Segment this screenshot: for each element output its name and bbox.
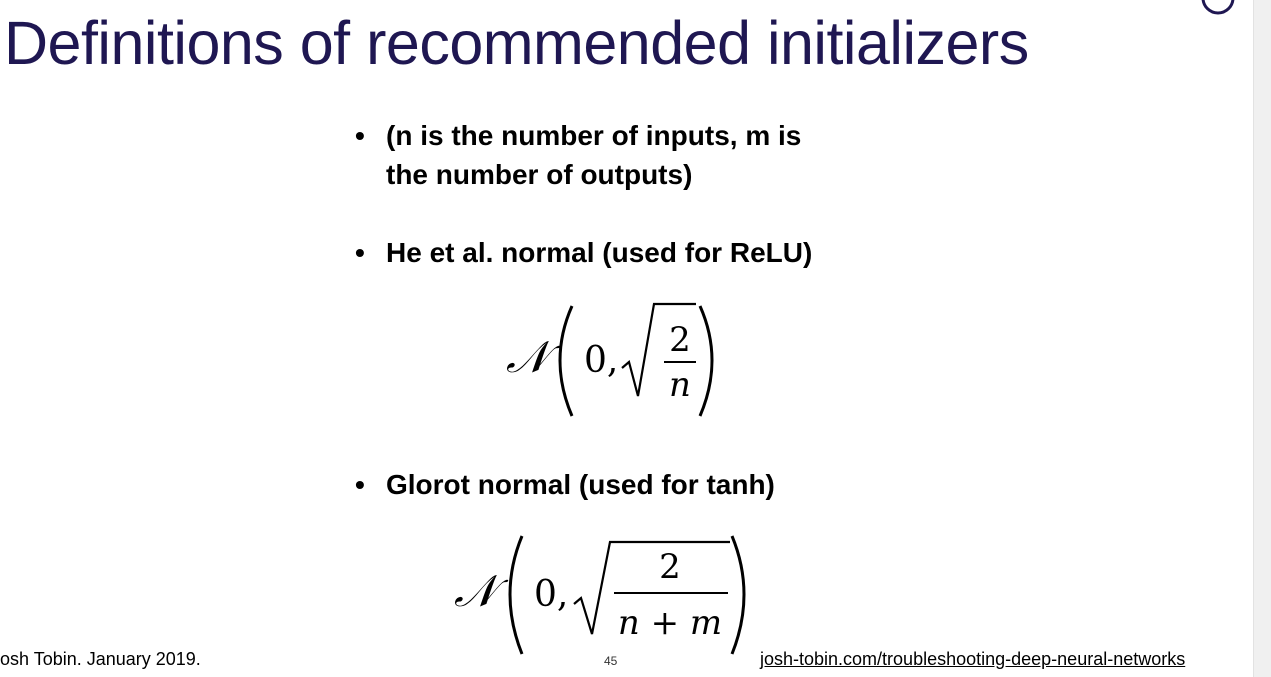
- he-normal-formula: 𝒩 0, 2 n: [506, 302, 714, 417]
- normal-distribution-symbol: 𝒩: [454, 566, 509, 617]
- right-edge-panel: [1253, 0, 1271, 677]
- bullet-marker: •: [355, 120, 365, 151]
- fraction-numerator: 2: [659, 547, 681, 587]
- bullet-text: Glorot normal (used for tanh): [386, 469, 775, 500]
- bullet-item: • He et al. normal (used for ReLU): [355, 233, 955, 273]
- footer-author: osh Tobin. January 2019.: [0, 649, 201, 669]
- bullet-text: He et al. normal (used for ReLU): [386, 237, 813, 268]
- footer-link[interactable]: josh-tobin.com/troubleshooting-deep-neur…: [760, 649, 1185, 670]
- glorot-normal-formula: 𝒩 0, 2 n + m: [454, 535, 746, 655]
- bullet-text: (n is the number of inputs, m is: [386, 120, 802, 151]
- mean-value: 0,: [584, 340, 618, 381]
- bullet-text-continued: the number of outputs): [386, 159, 693, 190]
- normal-distribution-symbol: 𝒩: [506, 332, 561, 383]
- fraction-denominator: n: [669, 365, 691, 405]
- bullet-marker: •: [355, 237, 365, 268]
- bullet-item: • Glorot normal (used for tanh): [355, 465, 955, 505]
- bullet-item: • (n is the number of inputs, m is the n…: [355, 116, 955, 196]
- logo-icon: [1201, 0, 1235, 15]
- mean-value: 0,: [534, 574, 568, 615]
- fraction-denominator: n + m: [618, 603, 722, 643]
- page-number: 45: [604, 654, 618, 668]
- fraction-numerator: 2: [669, 320, 691, 360]
- bullet-marker: •: [355, 469, 365, 500]
- slide-title: Definitions of recommended initializers: [4, 9, 1029, 77]
